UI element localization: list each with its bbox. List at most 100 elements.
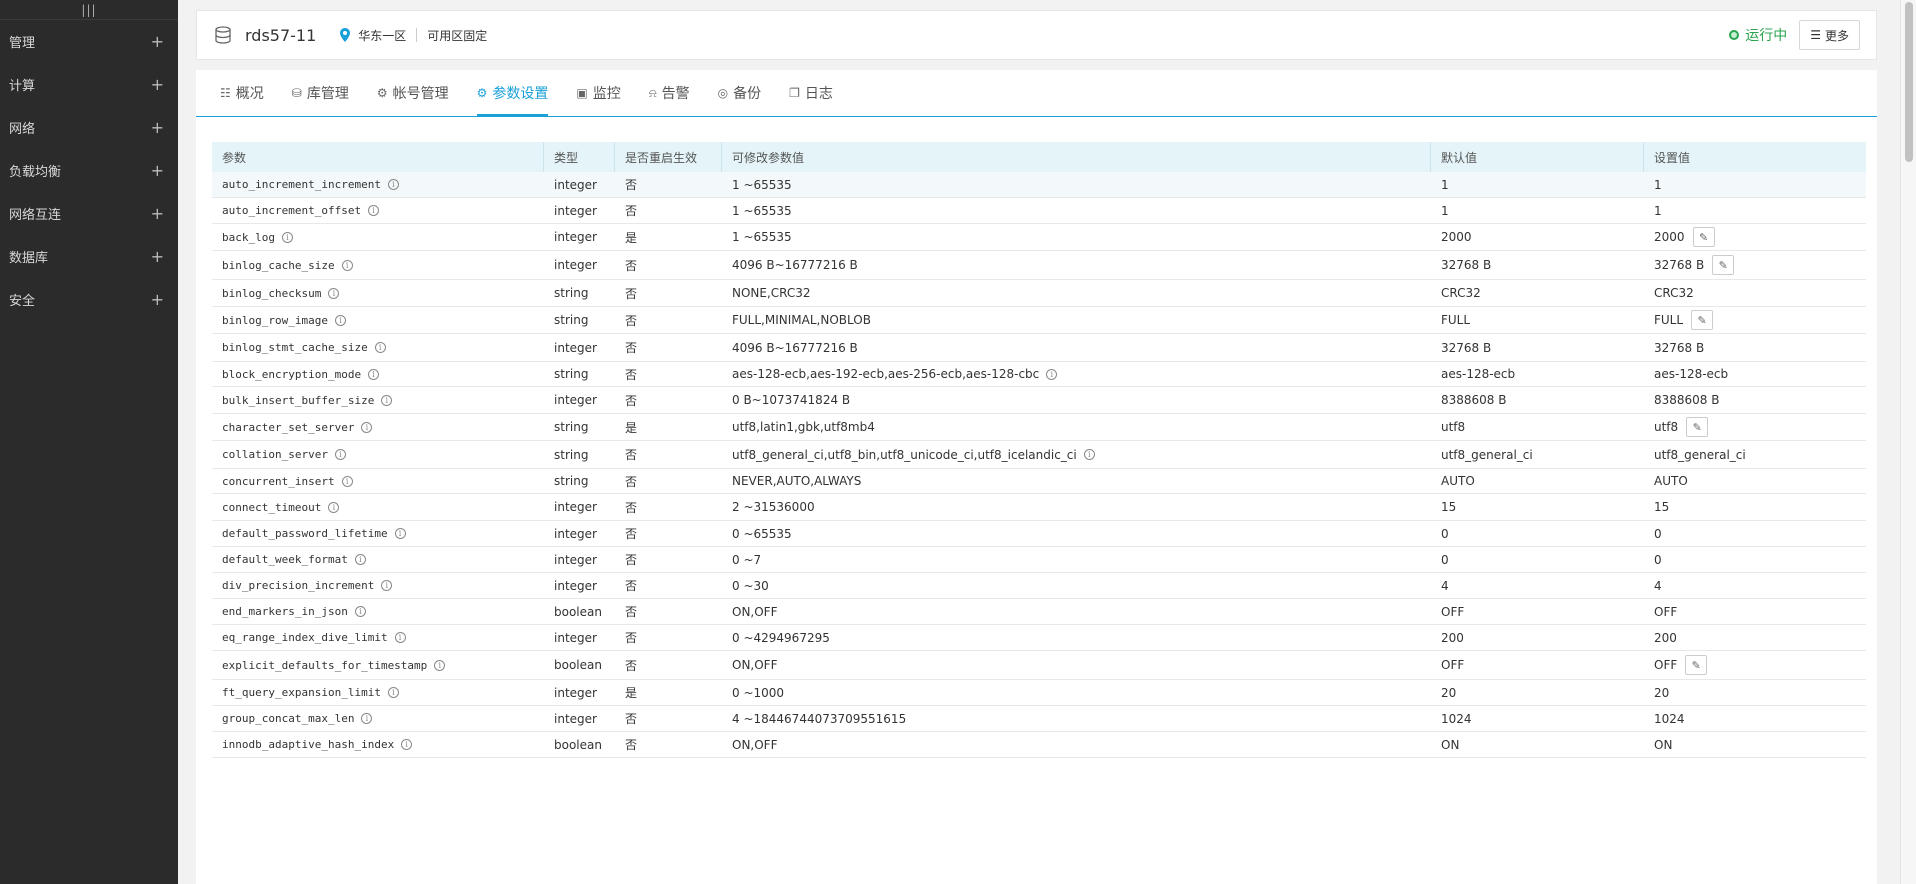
- cell-restart: 是: [615, 224, 722, 250]
- cell-restart: 否: [615, 732, 722, 757]
- cell-text: 1: [1654, 177, 1662, 192]
- info-icon[interactable]: i: [341, 475, 353, 487]
- cell-text: utf8,latin1,gbk,utf8mb4: [732, 420, 875, 434]
- cell-text: 0 ~30: [732, 578, 769, 593]
- tab-account[interactable]: ⚙ 帐号管理: [377, 70, 449, 116]
- info-icon[interactable]: i: [381, 580, 393, 591]
- tab-monitor[interactable]: ▣ 监控: [576, 70, 620, 116]
- cell-text: 1: [1441, 177, 1449, 192]
- cell-value: OFF: [1644, 599, 1866, 624]
- cell-restart: 否: [615, 547, 722, 572]
- info-icon[interactable]: i: [434, 659, 446, 671]
- cell-text: 否: [625, 367, 638, 382]
- cell-restart: 否: [615, 469, 722, 493]
- more-button[interactable]: ☰ 更多: [1799, 20, 1860, 50]
- cell-range: 1 ~65535: [722, 224, 1431, 250]
- cell-restart: 否: [615, 651, 722, 679]
- info-icon[interactable]: i: [281, 231, 293, 243]
- sidebar-item-4[interactable]: 网络互连 +: [0, 192, 178, 235]
- cell-text: integer: [554, 230, 597, 244]
- info-icon[interactable]: i: [368, 205, 380, 216]
- sidebar-item-1[interactable]: 计算 +: [0, 63, 178, 106]
- info-icon[interactable]: i: [368, 368, 380, 380]
- info-icon[interactable]: i: [334, 314, 346, 326]
- sidebar-item-2[interactable]: 网络 +: [0, 106, 178, 149]
- cell-value: 4: [1644, 573, 1866, 598]
- edit-icon[interactable]: ✎: [1685, 655, 1708, 675]
- cell-text: string: [554, 367, 589, 381]
- cell-value: 1: [1644, 198, 1866, 223]
- tab-log[interactable]: ❐ 日志: [789, 70, 833, 116]
- info-icon[interactable]: i: [328, 287, 340, 299]
- column-header-type: 类型: [544, 142, 615, 172]
- edit-icon[interactable]: ✎: [1686, 417, 1709, 437]
- tab-settings[interactable]: ⚙ 参数设置: [476, 70, 548, 117]
- plus-icon[interactable]: +: [151, 32, 164, 51]
- cell-range: 4 ~18446744073709551615: [722, 706, 1431, 731]
- sidebar-item-6[interactable]: 安全 +: [0, 278, 178, 321]
- cell-value: 1024: [1644, 706, 1866, 731]
- tab-alarm[interactable]: ⍾ 告警: [649, 70, 690, 116]
- tab-database[interactable]: ⛁ 库管理: [292, 70, 349, 116]
- info-icon[interactable]: i: [361, 713, 373, 724]
- cell-restart: 否: [615, 334, 722, 361]
- location-pin-icon: [340, 28, 351, 42]
- tab-bar: ☷ 概况 ⛁ 库管理 ⚙ 帐号管理 ⚙ 参数设置 ▣ 监控 ⍾ 告警 ◎ 备份 ❐ 日志: [196, 70, 1877, 117]
- cell-value: 2000 ✎: [1644, 224, 1866, 250]
- cell-default: ON: [1431, 732, 1644, 757]
- cell-value: 200: [1644, 625, 1866, 650]
- cell-value: 32768 B: [1644, 334, 1866, 361]
- info-icon[interactable]: i: [1046, 368, 1058, 380]
- cell-text: 否: [625, 341, 638, 355]
- sidebar-collapse-toggle[interactable]: |||: [0, 0, 178, 20]
- cell-text: concurrent_insert: [222, 474, 335, 488]
- info-icon[interactable]: i: [401, 739, 413, 750]
- info-icon[interactable]: i: [387, 179, 399, 190]
- cell-text: OFF: [1654, 658, 1678, 672]
- tab-label: 帐号管理: [392, 86, 449, 102]
- plus-icon[interactable]: +: [151, 290, 164, 309]
- sidebar-item-0[interactable]: 管理 +: [0, 20, 178, 63]
- plus-icon[interactable]: +: [151, 247, 164, 266]
- cell-value: 20: [1644, 680, 1866, 705]
- info-icon[interactable]: i: [381, 394, 393, 406]
- cell-text: binlog_row_image: [222, 313, 328, 327]
- sidebar-item-5[interactable]: 数据库 +: [0, 235, 178, 278]
- plus-icon[interactable]: +: [151, 161, 164, 180]
- cell-value: OFF ✎: [1644, 651, 1866, 679]
- edit-icon[interactable]: ✎: [1692, 227, 1715, 247]
- cell-text: 否: [625, 658, 638, 673]
- info-icon[interactable]: i: [354, 606, 366, 617]
- cell-text: ON: [1654, 737, 1673, 752]
- sidebar-item-label: 数据库: [9, 251, 49, 266]
- tab-label: 告警: [661, 86, 690, 102]
- info-icon[interactable]: i: [328, 501, 340, 513]
- info-icon[interactable]: i: [1083, 449, 1095, 460]
- table-row: eq_range_index_dive_limit i integer 否 0 ~429…: [212, 625, 1866, 651]
- sidebar-item-3[interactable]: 负载均衡 +: [0, 149, 178, 192]
- tab-backup[interactable]: ◎ 备份: [718, 70, 761, 116]
- page-scrollbar[interactable]: [1900, 0, 1916, 884]
- tab-overview[interactable]: ☷ 概况: [220, 70, 264, 116]
- cell-text: 1 ~65535: [732, 230, 792, 244]
- cell-range: FULL,MINIMAL,NOBLOB: [722, 307, 1431, 333]
- plus-icon[interactable]: +: [151, 118, 164, 137]
- info-icon[interactable]: i: [394, 528, 406, 539]
- content-card: ☷ 概况 ⛁ 库管理 ⚙ 帐号管理 ⚙ 参数设置 ▣ 监控 ⍾ 告警 ◎ 备份 ❐ 日志 参数 类型 是否重启生效…: [196, 70, 1877, 884]
- info-icon[interactable]: i: [387, 687, 399, 698]
- cell-type: integer: [544, 387, 615, 413]
- info-icon[interactable]: i: [374, 342, 386, 353]
- info-icon[interactable]: i: [334, 449, 346, 460]
- plus-icon[interactable]: +: [151, 204, 164, 223]
- cell-value: 32768 B ✎: [1644, 251, 1866, 279]
- cell-type: integer: [544, 224, 615, 250]
- edit-icon[interactable]: ✎: [1712, 255, 1735, 275]
- info-icon[interactable]: i: [354, 554, 366, 565]
- cell-value: 0: [1644, 547, 1866, 572]
- info-icon[interactable]: i: [361, 421, 373, 433]
- plus-icon[interactable]: +: [151, 75, 164, 94]
- edit-icon[interactable]: ✎: [1691, 310, 1714, 330]
- scrollbar-thumb[interactable]: [1905, 2, 1913, 162]
- info-icon[interactable]: i: [394, 632, 406, 643]
- info-icon[interactable]: i: [341, 259, 353, 271]
